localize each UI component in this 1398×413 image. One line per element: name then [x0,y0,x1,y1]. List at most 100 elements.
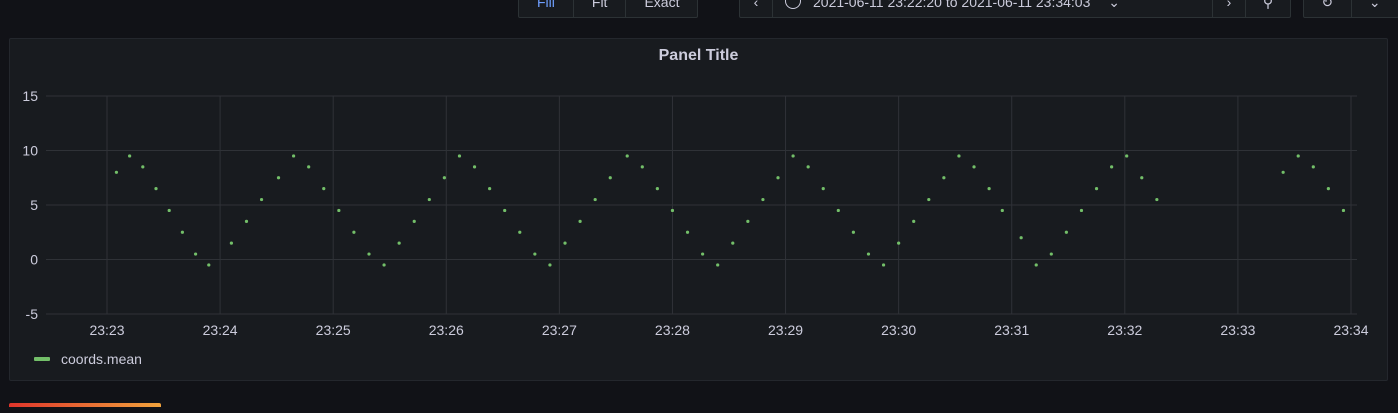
data-point [533,252,537,256]
data-point [322,187,326,191]
legend: coords.mean [34,351,142,367]
data-point [229,241,233,245]
y-tick-label: 15 [22,88,38,104]
data-point [1079,208,1084,213]
caret-down-icon: ⌄ [1108,0,1120,10]
y-tick-label: 10 [22,143,38,159]
graph-panel: Panel Title 15 10 5 0 -5 23:23 23:24 23:25 23:26… [9,38,1388,381]
data-point [608,176,612,180]
zoom-out-icon[interactable]: ⚲ [1246,0,1290,17]
legend-item-coords-mean[interactable]: coords.mean [61,351,142,367]
x-tick-label: 23:31 [994,322,1029,338]
data-point [1110,165,1114,169]
data-point [957,154,961,158]
data-point [367,252,371,256]
data-point [154,187,158,191]
data-point [1019,236,1023,240]
data-point [352,230,356,234]
x-tick-label: 23:33 [1220,322,1255,338]
data-point [685,230,690,234]
chevron-right-icon[interactable]: › [1213,0,1246,17]
data-point [625,154,629,158]
data-point [1094,187,1099,191]
time-range-button[interactable]: 2021-06-11 23:22:20 to 2021-06-11 23:34:… [773,0,1213,17]
x-tick-label: 23:24 [203,322,238,338]
zoom-mode-group: Fill Fit Exact [518,0,699,18]
y-tick-label: 0 [30,252,38,268]
data-point [821,187,825,191]
y-tick-label: 5 [30,197,38,213]
y-tick-label: -5 [26,306,39,322]
refresh-group: ↻ ⌄ [1303,0,1398,18]
refresh-icon[interactable]: ↻ [1304,0,1352,17]
clock-icon [785,0,801,9]
data-point [292,154,296,158]
data-point [1140,176,1144,180]
x-tick-label: 23:25 [316,322,351,338]
data-point [927,197,931,202]
x-tick-label: 23:34 [1333,322,1368,338]
dashboard-toolbar: Fill Fit Exact ‹ 2021-06-11 23:22:20 to … [0,0,1398,18]
data-point [180,230,184,234]
data-point [731,241,735,245]
legend-swatch [34,357,50,361]
data-point [701,252,705,256]
data-point [548,263,552,267]
data-point [1296,154,1300,158]
data-point [806,165,810,169]
data-point [1034,263,1038,267]
data-point [259,197,264,202]
data-point [114,170,119,174]
refresh-interval-caret-icon[interactable]: ⌄ [1352,0,1398,17]
data-point [836,208,840,213]
data-point [397,241,401,245]
data-point [1341,208,1346,213]
data-point [472,165,477,169]
data-point [1125,154,1129,158]
data-point [716,263,720,267]
data-point [167,208,171,213]
data-point [337,208,341,213]
data-point [244,219,249,223]
data-point [307,165,311,169]
time-range-picker: ‹ 2021-06-11 23:22:20 to 2021-06-11 23:3… [739,0,1291,18]
data-point [1281,170,1285,174]
data-point [518,230,522,234]
data-point [881,263,886,267]
data-point [851,230,856,234]
data-point [746,219,750,223]
data-point [412,219,416,223]
data-point [207,263,211,267]
zoom-mode-exact-button[interactable]: Exact [626,0,697,17]
x-tick-label: 23:23 [89,322,124,338]
data-point [457,154,462,158]
data-point [776,176,780,180]
data-point [128,154,132,158]
data-point [276,176,281,180]
data-point [912,219,916,223]
data-point [193,252,198,256]
zoom-mode-fit-button[interactable]: Fit [574,0,627,17]
data-point [1311,165,1315,169]
data-point [503,208,507,213]
data-point [1064,230,1068,234]
data-point [1326,187,1330,191]
next-panel-header [9,403,161,407]
data-point [563,241,567,245]
x-tick-label: 23:26 [429,322,464,338]
data-point [987,187,991,191]
zoom-mode-fill-button[interactable]: Fill [519,0,574,17]
data-point [578,219,582,223]
time-series-chart: 15 10 5 0 -5 23:23 23:24 23:25 23:26 23:27 23:28 23… [22,88,1368,338]
x-tick-label: 23:27 [542,322,577,338]
data-point [942,176,946,180]
data-point [866,252,871,256]
data-point [442,176,446,180]
data-point [897,241,901,245]
chevron-left-icon[interactable]: ‹ [740,0,773,17]
data-point [1155,197,1159,202]
x-tick-label: 23:29 [768,322,803,338]
data-point [640,165,644,169]
data-point [670,208,675,213]
data-point [427,197,431,202]
